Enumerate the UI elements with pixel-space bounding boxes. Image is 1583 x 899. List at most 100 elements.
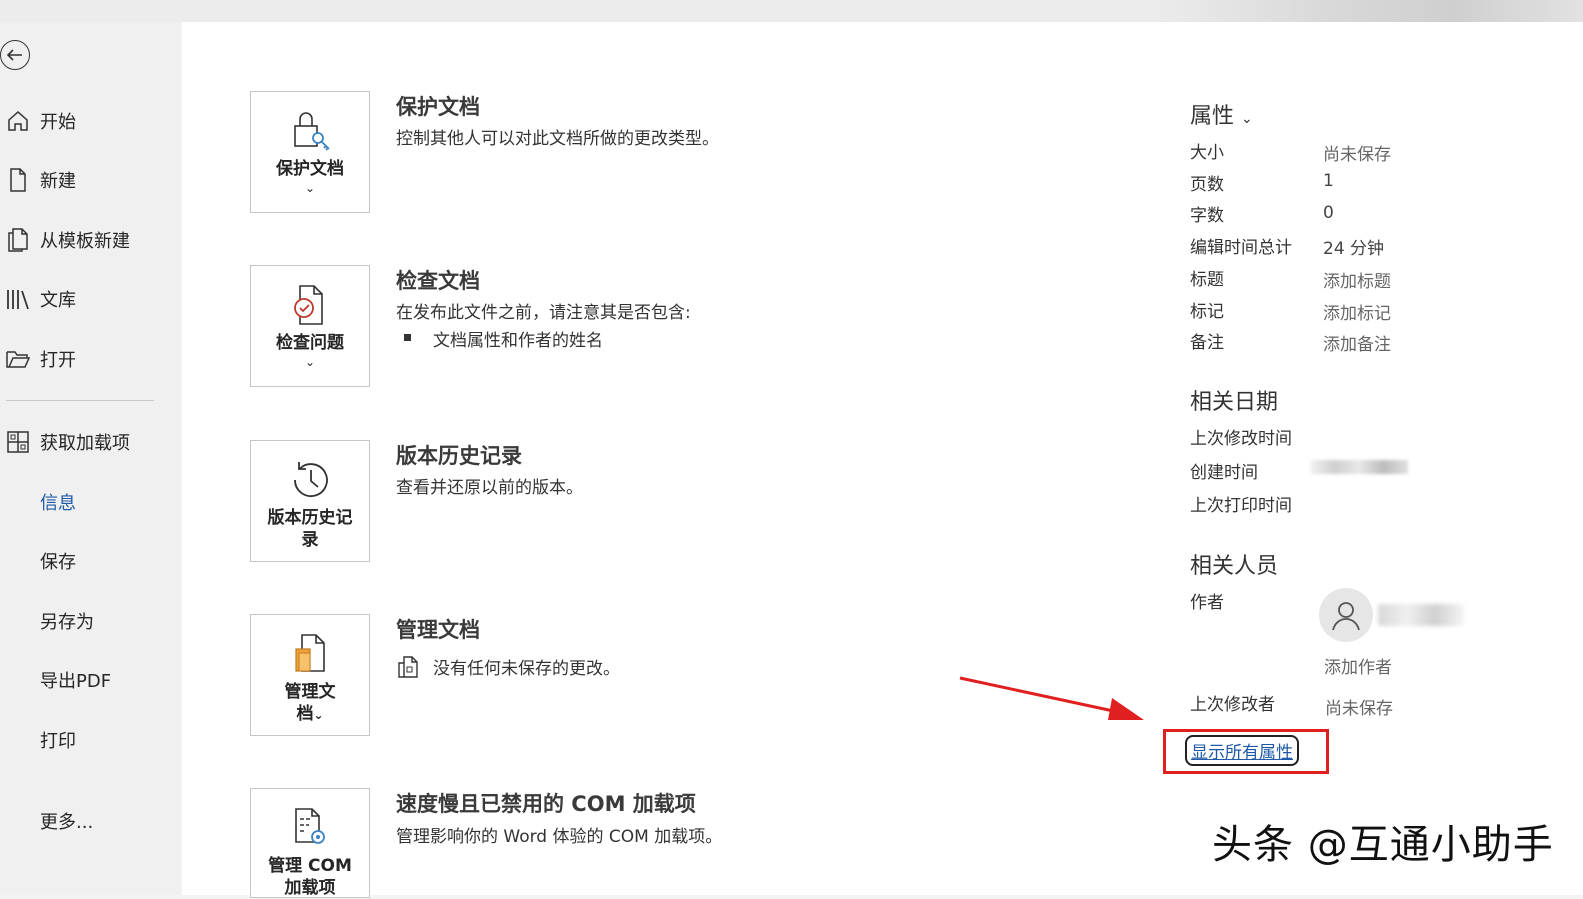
manage-com-addins-button[interactable]: 管理 COM 加载项 <box>250 788 370 898</box>
tile-label: 保护文档 <box>276 159 344 179</box>
protect-document-button[interactable]: 保护文档 ⌄ <box>250 91 370 213</box>
home-icon <box>3 108 33 134</box>
backstage-nav <box>0 22 182 895</box>
add-title-field[interactable]: 添加标题 <box>1323 267 1391 292</box>
watermark: 头条 @互通小助手 <box>1212 822 1554 868</box>
tile-label-line: 加载项 <box>284 878 336 898</box>
nav-new-from-template[interactable]: 从模板新建 <box>0 225 130 255</box>
chevron-down-icon: ⌄ <box>304 181 316 195</box>
arrow-left-icon <box>6 49 22 61</box>
add-tags-field[interactable]: 添加标记 <box>1323 299 1391 324</box>
version-history-button[interactable]: 版本历史记 录 <box>250 440 370 562</box>
nav-get-addins[interactable]: 获取加载项 <box>0 427 130 457</box>
nav-print[interactable]: 打印 <box>40 725 76 755</box>
property-key: 页数 <box>1190 175 1224 195</box>
property-key: 上次修改时间 <box>1190 429 1292 449</box>
nav-label: 信息 <box>40 493 76 514</box>
nav-home[interactable]: 开始 <box>0 106 76 136</box>
redacted-author-name <box>1378 604 1464 626</box>
nav-label: 另存为 <box>40 612 94 633</box>
history-clock-icon <box>287 457 333 503</box>
avatar[interactable] <box>1319 588 1373 642</box>
bullet-marker <box>404 334 411 341</box>
library-icon <box>3 286 33 312</box>
addins-grid-icon <box>3 429 33 455</box>
folder-open-icon <box>3 346 33 372</box>
lock-key-icon <box>288 108 332 154</box>
section-title: 速度慢且已禁用的 COM 加载项 <box>396 792 696 816</box>
manage-document-icon <box>288 631 332 677</box>
property-key: 大小 <box>1190 143 1224 163</box>
property-value: 1 <box>1323 171 1334 191</box>
nav-divider <box>6 400 154 401</box>
nav-label: 开始 <box>40 112 76 133</box>
nav-label: 打开 <box>40 350 76 371</box>
property-key: 标记 <box>1190 302 1224 322</box>
tile-label-line: 管理 COM <box>268 856 352 876</box>
section-description: 没有任何未保存的更改。 <box>433 659 620 679</box>
section-title: 版本历史记录 <box>396 444 522 468</box>
chevron-down-icon: ⌄ <box>313 708 324 722</box>
nav-label: 打印 <box>40 731 76 752</box>
section-description: 控制其他人可以对此文档所做的更改类型。 <box>396 129 719 149</box>
nav-label: 获取加载项 <box>40 433 130 454</box>
tile-label: 管理 COM 加载项 <box>268 855 352 899</box>
template-icon <box>3 227 33 253</box>
header-decoration <box>1153 0 1583 22</box>
nav-more[interactable]: 更多... <box>40 806 93 836</box>
nav-new[interactable]: 新建 <box>0 165 76 195</box>
inspect-document-icon <box>288 282 332 328</box>
tile-label-line: 录 <box>301 530 319 550</box>
nav-info[interactable]: 信息 <box>40 487 76 517</box>
annotation-arrow <box>959 676 1144 720</box>
property-key: 作者 <box>1190 593 1224 613</box>
chevron-down-icon: ⌄ <box>304 355 316 369</box>
section-title: 管理文档 <box>396 618 480 642</box>
redacted-created-time <box>1310 460 1408 474</box>
nav-save[interactable]: 保存 <box>40 546 76 576</box>
new-document-icon <box>3 167 33 193</box>
property-value: 24 分钟 <box>1323 239 1385 259</box>
nav-open[interactable]: 打开 <box>0 344 76 374</box>
section-description: 管理影响你的 Word 体验的 COM 加载项。 <box>396 827 723 847</box>
nav-label: 保存 <box>40 552 76 573</box>
nav-export-pdf[interactable]: 导出PDF <box>40 665 111 695</box>
property-key: 编辑时间总计 <box>1190 238 1292 258</box>
tile-label-line: 管理文 <box>284 682 336 702</box>
section-title: 检查文档 <box>396 269 480 293</box>
add-comments-field[interactable]: 添加备注 <box>1323 330 1391 355</box>
nav-label: 新建 <box>40 171 76 192</box>
property-key: 创建时间 <box>1190 463 1258 483</box>
nav-label: 文库 <box>40 290 76 311</box>
nav-label: 更多... <box>40 812 94 833</box>
properties-heading[interactable]: 属性 ⌄ <box>1190 98 1253 130</box>
add-author-field[interactable]: 添加作者 <box>1324 653 1392 678</box>
bullet-text: 文档属性和作者的姓名 <box>433 331 603 351</box>
show-all-properties-link[interactable]: 显示所有属性 <box>1185 735 1299 766</box>
property-value: 0 <box>1323 203 1334 223</box>
property-key: 字数 <box>1190 206 1224 226</box>
back-button[interactable] <box>0 40 30 70</box>
nav-library[interactable]: 文库 <box>0 284 76 314</box>
person-icon <box>1332 602 1360 631</box>
nav-save-as[interactable]: 另存为 <box>40 606 94 636</box>
property-value: 尚未保存 <box>1323 145 1391 165</box>
property-key: 标题 <box>1190 270 1224 290</box>
section-description: 查看并还原以前的版本。 <box>396 478 583 498</box>
property-key: 备注 <box>1190 333 1224 353</box>
property-value: 尚未保存 <box>1325 699 1393 719</box>
no-changes-document-icon <box>397 655 419 683</box>
chevron-down-icon: ⌄ <box>1241 111 1253 127</box>
check-for-issues-button[interactable]: 检查问题 ⌄ <box>250 265 370 387</box>
section-title: 保护文档 <box>396 95 480 119</box>
tile-label: 管理文 档⌄ <box>285 681 336 726</box>
properties-heading-label: 属性 <box>1190 104 1235 129</box>
tile-label: 版本历史记 录 <box>268 507 353 551</box>
property-key: 上次打印时间 <box>1190 496 1292 516</box>
tile-label: 检查问题 <box>276 333 344 353</box>
nav-label: 导出PDF <box>40 671 112 692</box>
manage-document-button[interactable]: 管理文 档⌄ <box>250 614 370 736</box>
related-people-heading: 相关人员 <box>1190 554 1279 579</box>
section-description: 在发布此文件之前，请注意其是否包含: <box>396 303 691 323</box>
property-key: 上次修改者 <box>1190 695 1275 715</box>
